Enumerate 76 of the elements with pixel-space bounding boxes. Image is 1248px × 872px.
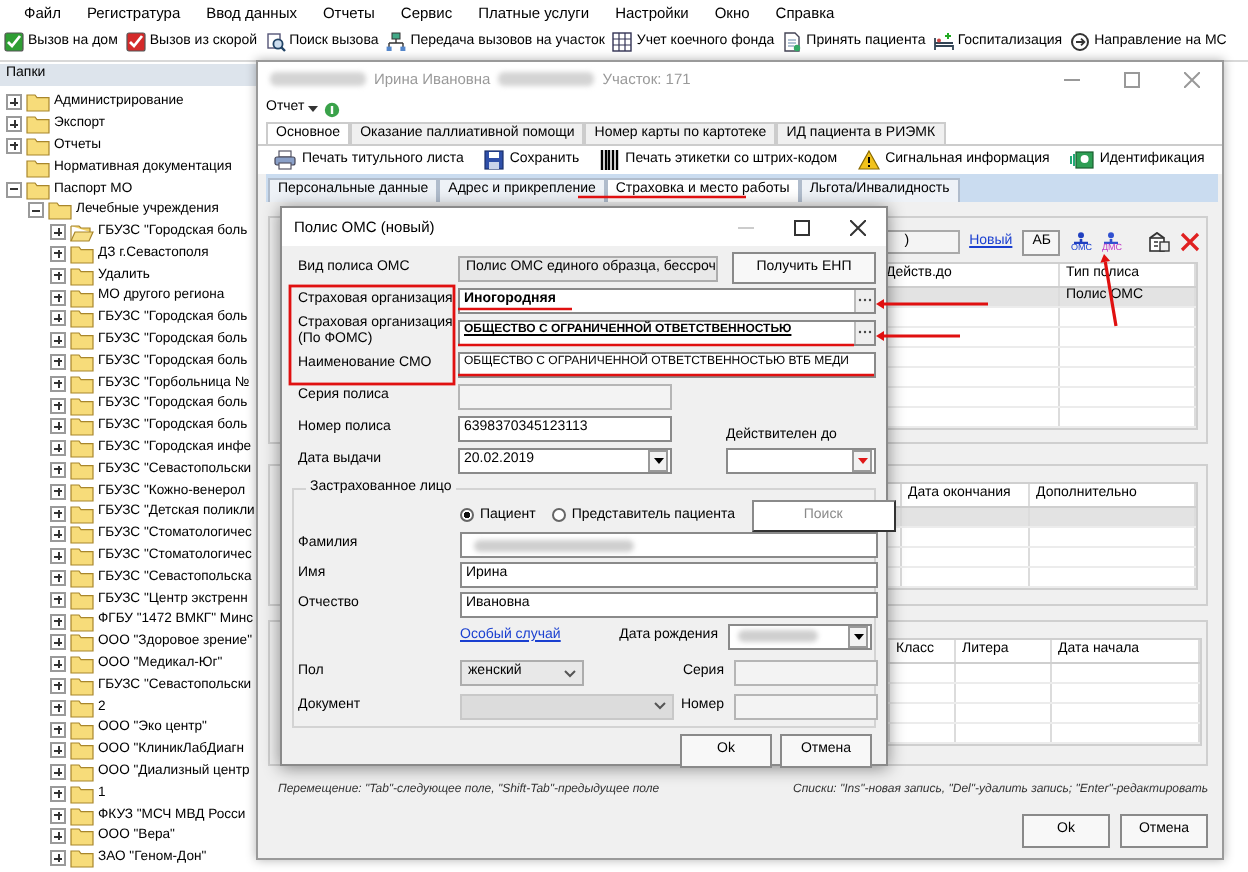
expand-toggle[interactable]	[50, 548, 66, 565]
browse-button[interactable]	[854, 321, 874, 343]
expand-toggle[interactable]	[50, 764, 66, 781]
expand-toggle[interactable]	[50, 742, 66, 759]
expand-toggle[interactable]	[50, 656, 66, 673]
blurred-block	[270, 72, 366, 86]
annotation-arrow	[876, 299, 988, 309]
document-icon	[782, 32, 803, 52]
expand-toggle[interactable]	[50, 418, 66, 435]
expand-toggle[interactable]	[50, 699, 66, 716]
expand-toggle[interactable]	[6, 181, 22, 198]
expand-toggle[interactable]	[6, 94, 22, 111]
expand-toggle[interactable]	[50, 310, 66, 327]
expand-toggle[interactable]	[50, 461, 66, 478]
chevron-icon	[654, 702, 666, 710]
number-field[interactable]	[734, 693, 878, 719]
expand-toggle[interactable]	[50, 397, 66, 414]
expand-toggle[interactable]	[50, 569, 66, 586]
expand-toggle[interactable]	[50, 785, 66, 802]
series-field[interactable]	[734, 660, 878, 686]
annotation-arrow	[876, 331, 960, 341]
chevron-icon	[564, 669, 576, 677]
caret-icon	[857, 457, 867, 463]
caret-icon	[653, 457, 663, 463]
blurred-block	[738, 630, 818, 642]
close-icon	[1184, 71, 1200, 87]
expand-toggle[interactable]	[50, 828, 66, 845]
expand-toggle[interactable]	[50, 289, 66, 306]
plus-person-icon	[1102, 231, 1121, 244]
caret-icon	[853, 633, 863, 639]
close-icon	[850, 219, 866, 235]
network-icon	[386, 32, 407, 52]
annotation-underline	[458, 307, 572, 311]
expand-toggle[interactable]	[50, 850, 66, 867]
expand-toggle[interactable]	[50, 591, 66, 608]
dropdown-button[interactable]	[648, 449, 668, 471]
plus-person-icon	[1072, 231, 1091, 244]
expand-toggle[interactable]	[50, 353, 66, 370]
expand-toggle[interactable]	[50, 677, 66, 694]
expand-toggle[interactable]	[50, 245, 66, 262]
expand-toggle[interactable]	[6, 137, 22, 154]
expand-toggle[interactable]	[50, 267, 66, 284]
expand-toggle[interactable]	[50, 375, 66, 392]
expand-toggle[interactable]	[50, 613, 66, 630]
bed-icon	[933, 32, 954, 52]
barcode-icon	[599, 150, 620, 170]
series-field[interactable]	[458, 383, 672, 409]
expand-toggle[interactable]	[28, 202, 44, 219]
search-icon	[265, 32, 286, 52]
date-field[interactable]	[728, 623, 872, 649]
surname-field[interactable]	[460, 532, 878, 558]
circle-arrow-icon	[1070, 32, 1091, 52]
expand-toggle[interactable]	[50, 721, 66, 737]
grid-icon	[612, 32, 633, 52]
info-icon	[324, 101, 341, 117]
caret-icon	[308, 105, 319, 112]
browse-button[interactable]	[854, 289, 874, 311]
expand-toggle[interactable]	[50, 483, 66, 500]
expand-toggle[interactable]	[50, 440, 66, 457]
expand-toggle[interactable]	[50, 526, 66, 543]
dropdown-button[interactable]	[848, 625, 868, 647]
check-mark-icon	[4, 32, 24, 52]
blurred-block	[498, 72, 595, 86]
expand-toggle[interactable]	[6, 116, 22, 133]
expand-toggle[interactable]	[50, 224, 66, 241]
maximize-icon	[1124, 71, 1140, 87]
expand-toggle[interactable]	[50, 807, 66, 824]
warning-icon	[857, 150, 880, 170]
check-mark-icon	[125, 32, 146, 52]
building-icon[interactable]	[1148, 232, 1170, 252]
date-field[interactable]	[726, 447, 876, 473]
expand-toggle[interactable]	[50, 332, 66, 349]
expand-toggle[interactable]	[50, 634, 66, 651]
expand-toggle[interactable]	[50, 505, 66, 522]
delete-icon[interactable]	[1180, 232, 1200, 252]
maximize-icon	[794, 219, 810, 235]
